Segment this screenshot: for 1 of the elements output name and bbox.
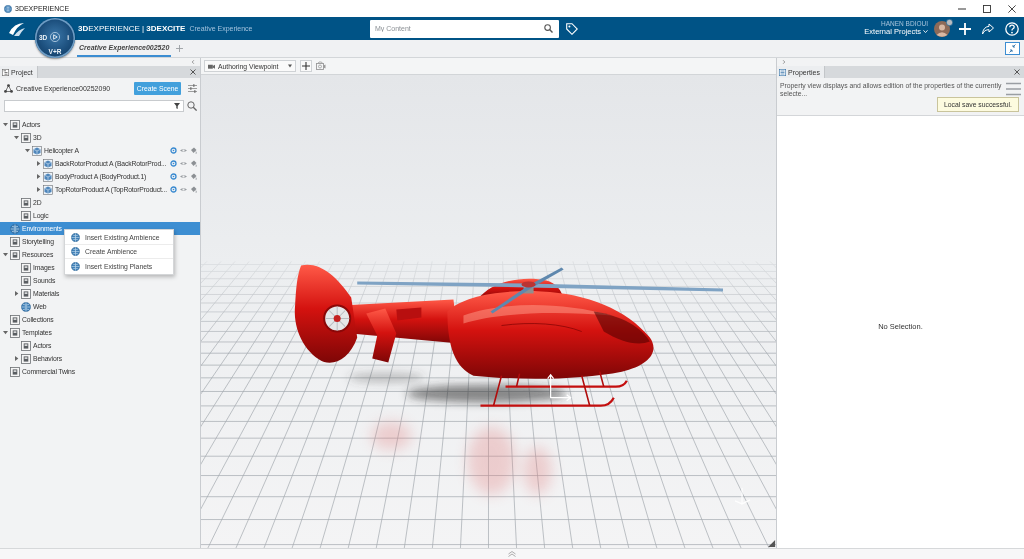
app-title: 3DEXPERIENCE | 3DEXCITE bbox=[78, 24, 186, 33]
